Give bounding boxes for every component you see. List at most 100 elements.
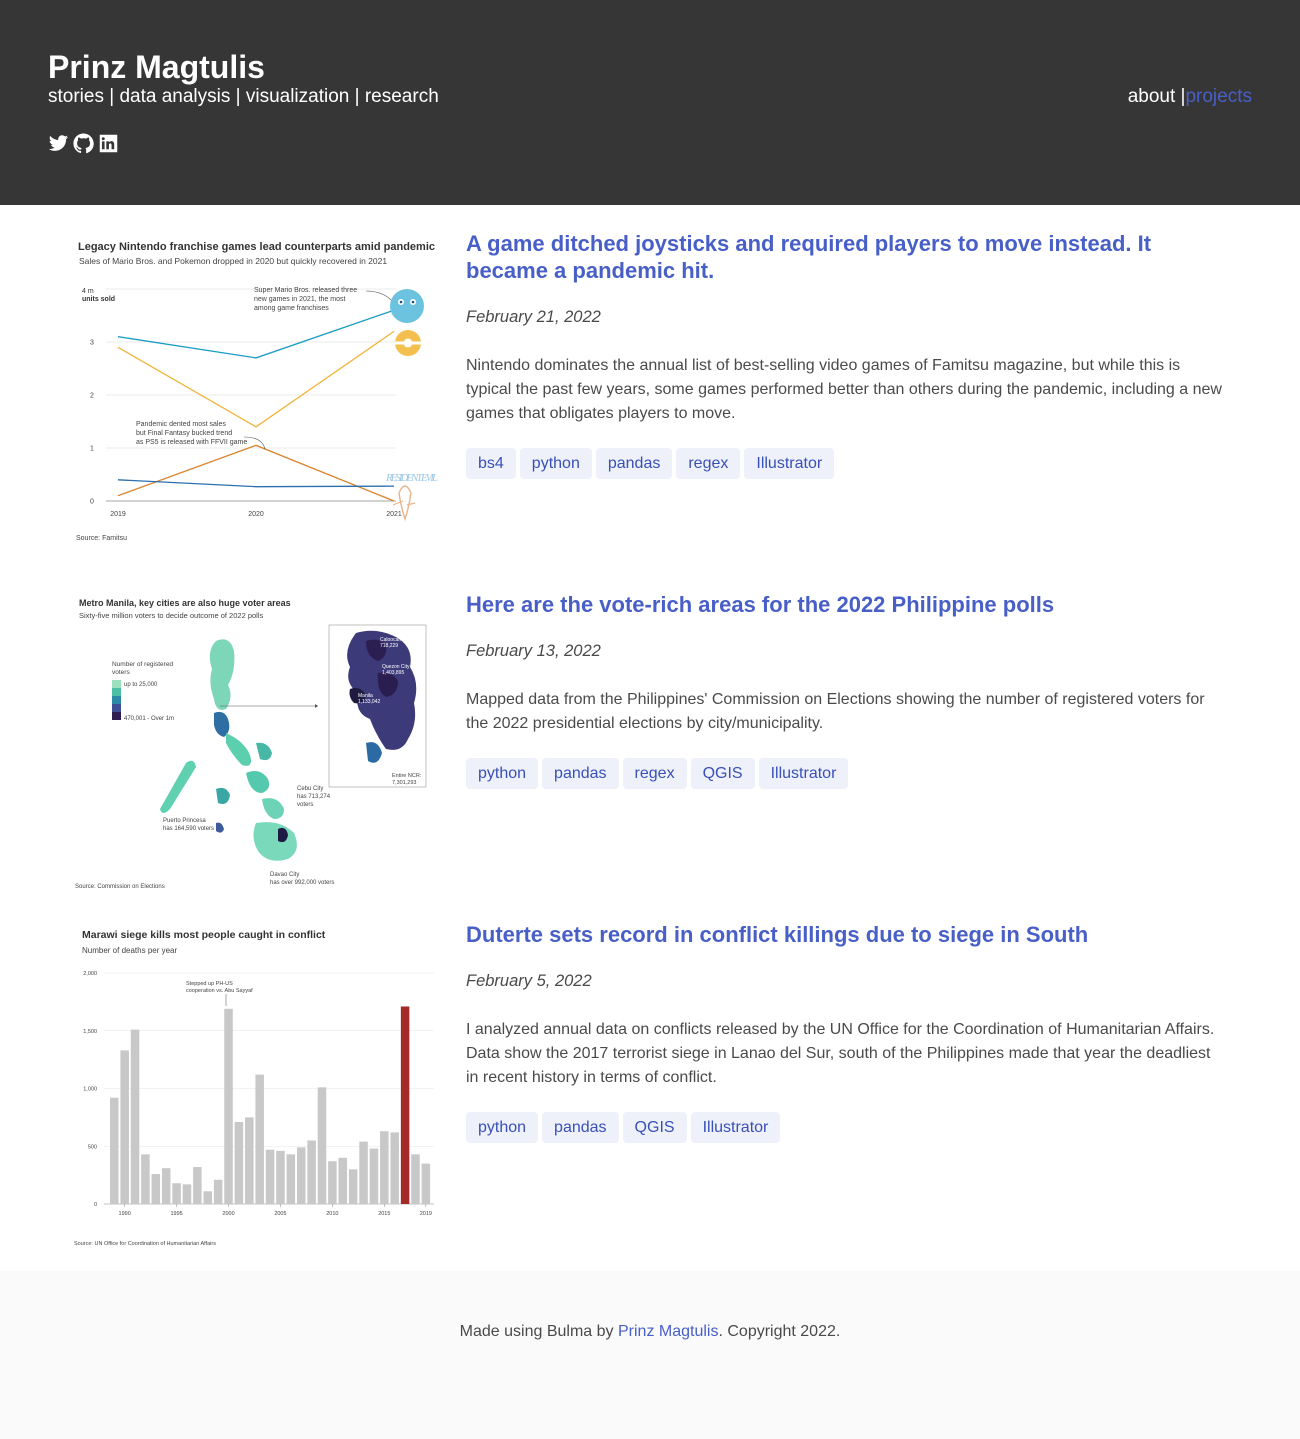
- legend-title-line2: voters: [112, 669, 130, 676]
- bar: [110, 1097, 119, 1204]
- label-puerto-line2: has 164,590 voters: [163, 826, 214, 832]
- tag-python: python: [466, 1112, 539, 1143]
- chart-source: Source: UN Office for Coordination of Hu…: [74, 1241, 216, 1247]
- x-tick-label: 2019: [110, 511, 126, 518]
- post-tags: python pandas regex QGIS Illustrator: [466, 758, 1226, 789]
- annotation-ff-line2: but Final Fantasy bucked trend: [136, 430, 232, 437]
- label-caloocan-line2: 718,229: [380, 643, 398, 649]
- chart-gridlines: [106, 288, 396, 502]
- tag-bs4: bs4: [466, 448, 516, 479]
- x-tick-label: 1990: [119, 1211, 131, 1217]
- bar: [161, 1168, 171, 1204]
- bar: [255, 1074, 264, 1204]
- post-date: February 13, 2022: [466, 642, 601, 660]
- philippines-voter-map: Metro Manila, key cities are also huge v…: [75, 598, 427, 890]
- x-axis-ticks: 2019 2020 2021: [110, 511, 402, 518]
- chart-series-lines: [117, 309, 395, 502]
- post-tags: bs4 python pandas regex Illustrator: [466, 448, 1226, 479]
- y-axis-ticks: 3 2 1 0: [90, 340, 94, 506]
- x-tick-label: 2021: [386, 511, 402, 518]
- map-title: Metro Manila, key cities are also huge v…: [79, 598, 291, 608]
- legend-high-label: 470,001 - Over 1m: [124, 716, 174, 722]
- chart-title: Marawi siege kills most people caught in…: [82, 929, 326, 941]
- bar: [276, 1150, 285, 1204]
- bar: [172, 1183, 181, 1204]
- post-title-link[interactable]: Here are the vote-rich areas for the 202…: [466, 591, 1226, 618]
- y-tick-label: 3: [90, 340, 94, 347]
- label-davao-line1: Davao City: [270, 872, 299, 878]
- top-nav: about |projects: [1128, 86, 1252, 108]
- bar: [151, 1173, 161, 1204]
- bar: [193, 1167, 202, 1204]
- post-description: I analyzed annual data on conflicts rele…: [466, 1021, 1215, 1086]
- label-cebu-line1: Cebu City: [297, 786, 323, 792]
- series-line: [117, 330, 395, 428]
- label-puerto-line1: Puerto Princesa: [163, 818, 206, 824]
- github-icon[interactable]: [73, 133, 94, 154]
- footer-author-link[interactable]: Prinz Magtulis: [618, 1323, 718, 1340]
- tag-illustrator: Illustrator: [744, 448, 835, 479]
- pokeball-icon: [395, 330, 421, 356]
- chart-subtitle: Sales of Mario Bros. and Pokemon dropped…: [79, 256, 387, 266]
- y-tick-label: 2: [90, 393, 94, 400]
- bar: [369, 1148, 379, 1204]
- label-qc-line2: 1,403,895: [382, 670, 404, 676]
- x-tick-label: 2019: [420, 1211, 432, 1217]
- bar: [307, 1140, 316, 1204]
- tag-regex: regex: [676, 448, 741, 479]
- linkedin-icon[interactable]: [98, 133, 119, 154]
- post-content: Duterte sets record in conflict killings…: [466, 921, 1226, 1143]
- nav-about-link[interactable]: about |: [1128, 86, 1186, 107]
- annotation-line2: cooperation vs. Abu Sayyaf: [186, 988, 253, 994]
- bar: [348, 1169, 358, 1204]
- bar: [411, 1154, 420, 1204]
- conflict-deaths-bar-chart: Marawi siege kills most people caught in…: [74, 929, 434, 1247]
- post-title-link[interactable]: A game ditched joysticks and required pl…: [466, 230, 1226, 284]
- label-cebu-line3: voters: [297, 802, 313, 808]
- y-axis-ticks: 0 500 1,000 1,500 2,000: [83, 971, 97, 1208]
- chart-title: Legacy Nintendo franchise games lead cou…: [78, 241, 435, 253]
- series-line: [117, 309, 395, 359]
- post-thumbnail-voter-map[interactable]: Metro Manila, key cities are also huge v…: [66, 593, 444, 893]
- annotation-ff-line3: as PS5 is released with FFVII game: [136, 439, 247, 446]
- post-tags: python pandas QGIS Illustrator: [466, 1112, 1226, 1143]
- bar: [130, 1029, 140, 1204]
- x-tick-label: 2010: [326, 1211, 338, 1217]
- annotation-mario-leader: [365, 290, 395, 304]
- y-tick-label: 1,500: [83, 1029, 97, 1035]
- tag-python: python: [466, 758, 539, 789]
- post-thumbnail-conflict-chart[interactable]: Marawi siege kills most people caught in…: [66, 922, 444, 1252]
- tag-qgis: QGIS: [690, 758, 755, 789]
- y-tick-label: 500: [88, 1144, 97, 1150]
- site-header: Prinz Magtulis stories | data analysis |…: [0, 0, 1300, 205]
- bar-highlight: [400, 1006, 410, 1204]
- tag-python: python: [519, 448, 592, 479]
- post-date: February 5, 2022: [466, 972, 592, 990]
- nav-projects-link[interactable]: projects: [1185, 86, 1252, 107]
- post-card: Metro Manila, key cities are also huge v…: [0, 575, 1300, 895]
- post-description: Mapped data from the Philippines' Commis…: [466, 691, 1205, 732]
- bar: [380, 1131, 389, 1204]
- bar: [286, 1154, 296, 1204]
- tag-regex: regex: [622, 758, 687, 789]
- x-tick-label: 2020: [248, 511, 264, 518]
- post-title-link[interactable]: Duterte sets record in conflict killings…: [466, 921, 1226, 948]
- post-content: A game ditched joysticks and required pl…: [466, 230, 1226, 479]
- logo-text: RESIDENT EVIL: [385, 472, 438, 484]
- annotation-line1: Stepped up PH-US: [186, 981, 233, 987]
- site-title[interactable]: Prinz Magtulis: [48, 48, 265, 86]
- y-tick-label: 1,000: [83, 1087, 97, 1093]
- y-tick-label: 1: [90, 446, 94, 453]
- bar: [224, 1008, 233, 1204]
- map-legend-scale: [112, 680, 121, 720]
- annotation-mario-line2: new games in 2021, the most: [254, 296, 345, 303]
- bar: [390, 1132, 399, 1204]
- legend-title-line1: Number of registered: [112, 661, 173, 668]
- twitter-icon[interactable]: [48, 133, 69, 154]
- bar: [296, 1147, 306, 1204]
- bar: [421, 1163, 431, 1204]
- post-thumbnail-nintendo-chart[interactable]: Legacy Nintendo franchise games lead cou…: [66, 233, 444, 553]
- mario-ghost-icon: [390, 289, 424, 323]
- tag-pandas: pandas: [542, 758, 619, 789]
- map-source: Source: Commission on Elections: [75, 884, 165, 890]
